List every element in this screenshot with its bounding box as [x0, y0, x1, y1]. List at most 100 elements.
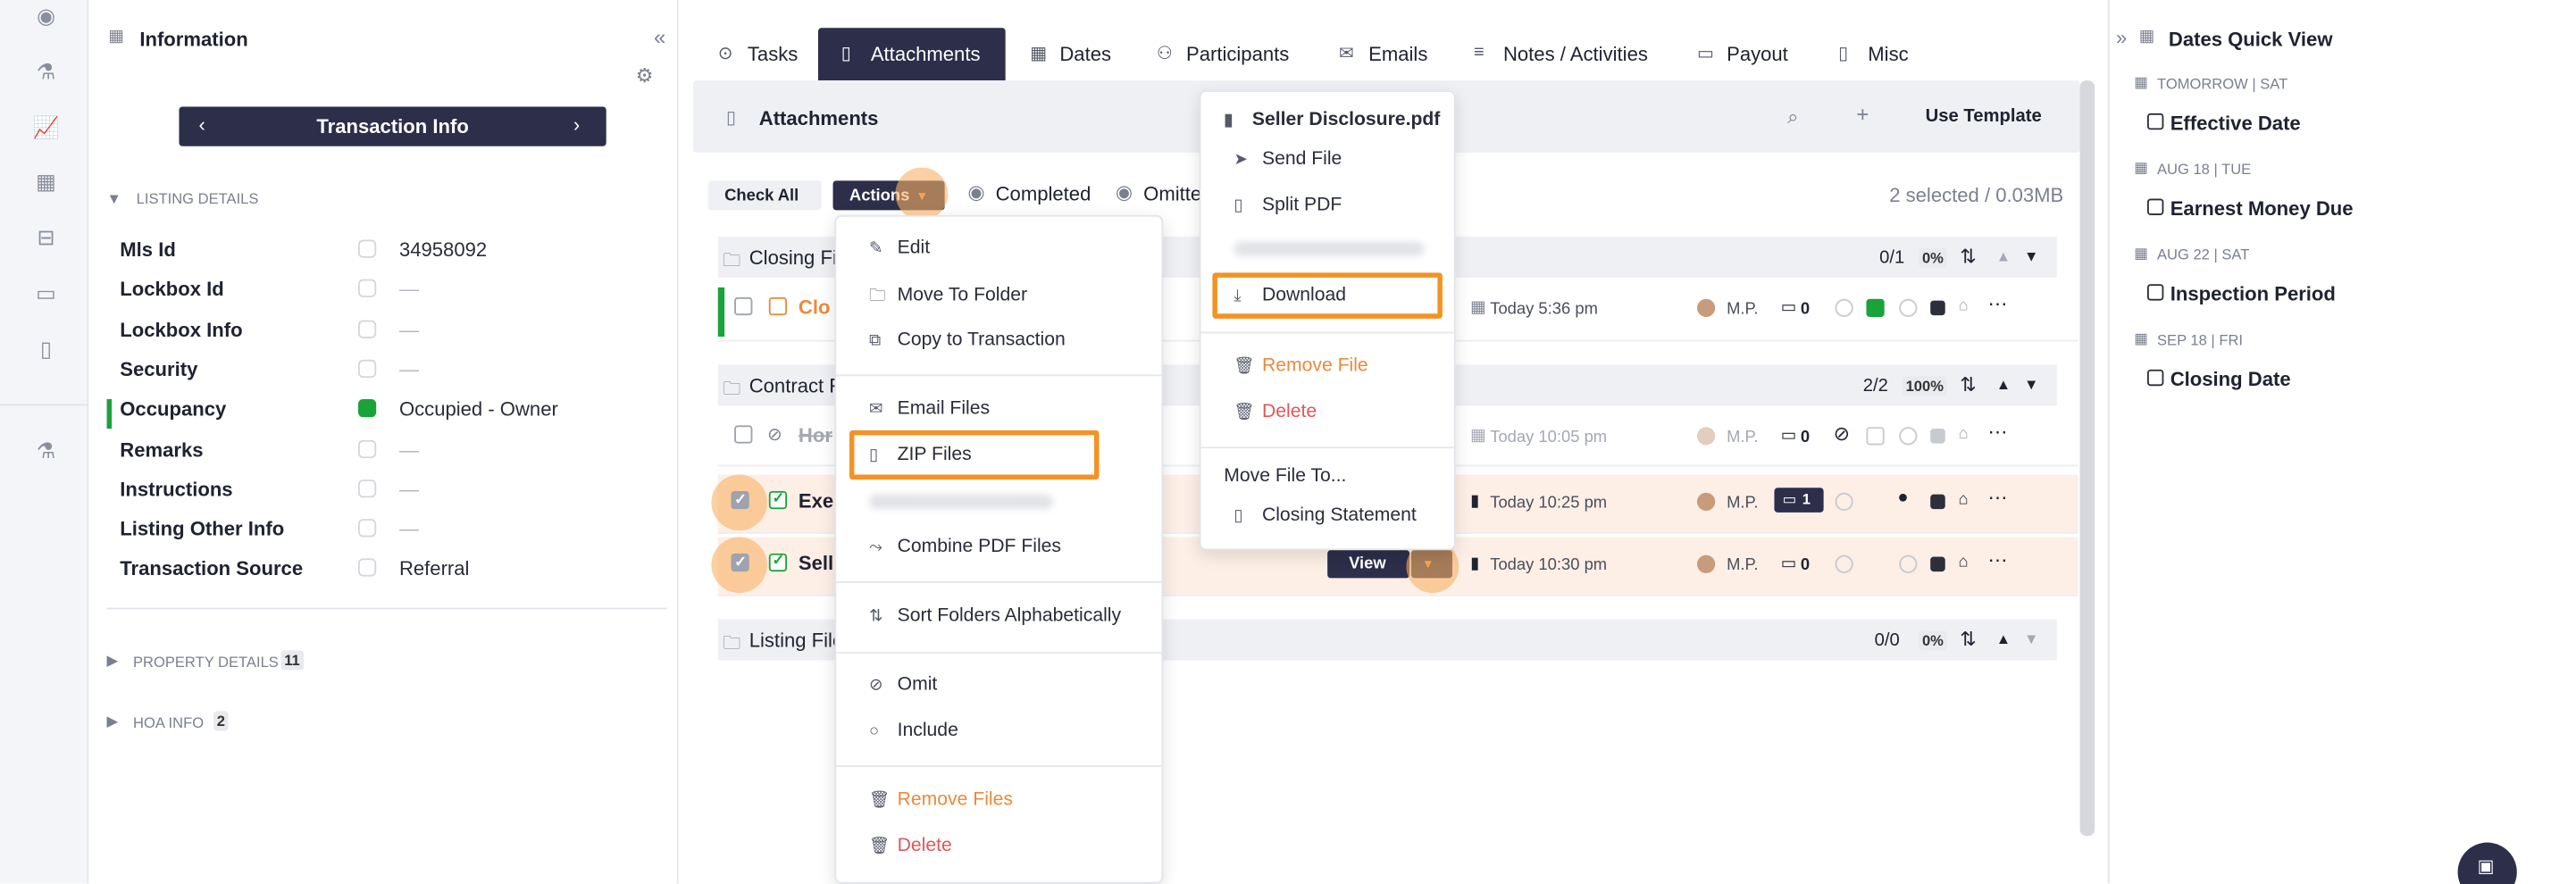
date-checkbox[interactable] [2146, 113, 2164, 130]
date-checkbox[interactable] [2146, 369, 2164, 387]
file-name[interactable]: Clo [799, 296, 831, 319]
sort-icon[interactable]: ⇅ [1960, 628, 1977, 651]
lock-icon[interactable] [1930, 429, 1945, 444]
date-name[interactable]: Closing Date [2170, 368, 2291, 391]
date-checkbox[interactable] [2146, 284, 2164, 301]
more-icon[interactable]: ⋯ [1988, 421, 2008, 444]
field-value[interactable]: 34958092 [399, 238, 487, 262]
menu-combine-pdf[interactable]: ⤳ Combine PDF Files [869, 537, 1061, 556]
menu-split-pdf[interactable]: ▯ Split PDF [1234, 196, 1342, 215]
check-all-button[interactable]: Check All [707, 180, 822, 211]
date-name[interactable]: Inspection Period [2170, 282, 2336, 305]
menu-email-files[interactable]: ✉ Email Files [869, 399, 990, 419]
menu-edit[interactable]: ✎ Edit [869, 238, 930, 258]
lock-icon[interactable] [1930, 494, 1945, 510]
listing-details-header[interactable]: LISTING DETAILS [137, 190, 259, 206]
lock-icon[interactable] [1930, 556, 1945, 572]
collapse-left-icon[interactable]: « [654, 25, 665, 50]
move-up-icon[interactable]: ▲ [1996, 248, 2011, 264]
move-down-icon[interactable]: ▼ [2024, 630, 2038, 646]
home-icon[interactable]: ⌂ [1958, 297, 1968, 315]
search-icon[interactable]: ⌕ [1787, 105, 1798, 130]
menu-delete-file[interactable]: 🗑 Delete [1234, 403, 1317, 422]
document-icon[interactable]: ▯ [33, 337, 59, 363]
menu-delete[interactable]: 🗑 Delete [869, 836, 952, 855]
tab-misc[interactable]: ▯ Misc [1838, 28, 1909, 80]
add-icon[interactable]: + [1856, 102, 1869, 127]
home-icon[interactable]: ⌂ [1958, 491, 1968, 509]
target-icon[interactable]: ◉ [33, 4, 59, 29]
menu-remove-file[interactable]: 🗑 Remove File [1234, 356, 1367, 376]
field-status-indicator[interactable] [357, 359, 377, 378]
field-value[interactable]: — [399, 478, 419, 501]
sort-icon[interactable]: ⇅ [1960, 373, 1977, 396]
field-value[interactable]: — [399, 518, 419, 541]
beaker-icon[interactable]: ⚗ [33, 438, 59, 464]
omit-icon[interactable]: ⊘ [1834, 422, 1851, 446]
menu-send-file[interactable]: ➤ Send File [1234, 149, 1342, 169]
menu-copy-to-transaction[interactable]: ⧉ Copy to Transaction [869, 330, 1066, 350]
status-checkbox[interactable] [768, 296, 788, 316]
sort-icon[interactable]: ⇅ [1960, 245, 1977, 268]
menu-include[interactable]: ○ Include [869, 721, 958, 740]
expand-icon[interactable]: » [2116, 26, 2127, 49]
tab-tasks[interactable]: ⊙ Tasks [718, 28, 833, 80]
menu-sort-folders[interactable]: ⇅ Sort Folders Alphabetically [869, 606, 1121, 626]
card-icon[interactable]: ▭ [33, 281, 59, 307]
tab-participants[interactable]: ⚇ Participants [1157, 28, 1309, 80]
field-value[interactable]: Occupied - Owner [399, 397, 558, 421]
field-status-indicator[interactable] [357, 519, 377, 538]
caret-right-icon[interactable]: ▶ [107, 652, 119, 670]
field-value[interactable]: — [399, 278, 419, 301]
date-name[interactable]: Effective Date [2170, 112, 2301, 135]
field-status-indicator[interactable] [357, 439, 377, 458]
caret-right-icon[interactable]: ▶ [107, 713, 119, 730]
use-template-button[interactable]: Use Template [1926, 107, 2042, 127]
tab-dates[interactable]: ▦ Dates [1030, 28, 1125, 80]
info-icon[interactable]: ● [1897, 488, 1908, 507]
field-value[interactable]: — [399, 438, 419, 461]
menu-omit[interactable]: ⊘ Omit [869, 675, 937, 695]
field-status-indicator[interactable] [357, 279, 377, 298]
move-down-icon[interactable]: ▼ [2024, 248, 2038, 264]
field-status-indicator[interactable] [357, 479, 377, 497]
field-status-indicator[interactable] [357, 239, 377, 258]
row-checkbox[interactable] [734, 425, 753, 444]
lock-icon[interactable] [1930, 300, 1945, 316]
menu-folder-closing-statement[interactable]: ▯ Closing Statement [1234, 506, 1416, 526]
omitted-filter[interactable]: Omitte [1143, 182, 1201, 205]
field-status-indicator[interactable] [357, 559, 377, 578]
completed-indicator[interactable] [1866, 298, 1885, 317]
date-checkbox[interactable] [2146, 198, 2164, 215]
property-details-header[interactable]: PROPERTY DETAILS [133, 654, 279, 670]
move-up-icon[interactable]: ▲ [1996, 630, 2011, 646]
inbox-icon[interactable]: ⊟ [33, 225, 59, 251]
hoa-info-header[interactable]: HOA INFO [133, 714, 204, 730]
file-name[interactable]: Sell [799, 552, 833, 575]
field-value[interactable]: — [399, 318, 419, 341]
tab-notes-activities[interactable]: ≡ Notes / Activities [1474, 28, 1671, 80]
comment-badge[interactable]: ▭ 1 [1774, 488, 1824, 513]
flask-icon[interactable]: ⚗ [33, 59, 59, 85]
tab-payout[interactable]: ▭ Payout [1697, 28, 1795, 80]
home-icon[interactable]: ⌂ [1958, 554, 1968, 571]
comment-icon[interactable]: ▭ [1781, 555, 1796, 573]
tab-emails[interactable]: ✉ Emails [1339, 28, 1441, 80]
move-up-icon[interactable]: ▲ [1996, 376, 2011, 392]
more-icon[interactable]: ⋯ [1988, 486, 2008, 509]
more-icon[interactable]: ⋯ [1988, 292, 2008, 315]
row-checkbox[interactable] [734, 296, 753, 316]
comment-icon[interactable]: ▭ [1781, 427, 1796, 445]
field-value[interactable]: Referral [399, 557, 470, 580]
calendar-icon[interactable]: ▦ [33, 169, 59, 195]
home-icon[interactable]: ⌂ [1958, 425, 1968, 443]
field-status-indicator[interactable] [357, 319, 377, 338]
field-status-indicator[interactable] [357, 399, 377, 418]
gear-icon[interactable]: ⚙ [636, 64, 654, 88]
tab-attachments[interactable]: ▯ Attachments [817, 28, 1006, 81]
menu-move-to-folder[interactable]: 🗀 Move To Folder [869, 284, 1027, 312]
caret-down-icon[interactable]: ▼ [107, 190, 121, 206]
view-button[interactable]: View [1327, 550, 1410, 579]
date-name[interactable]: Earnest Money Due [2170, 197, 2354, 221]
field-value[interactable]: — [399, 358, 419, 381]
